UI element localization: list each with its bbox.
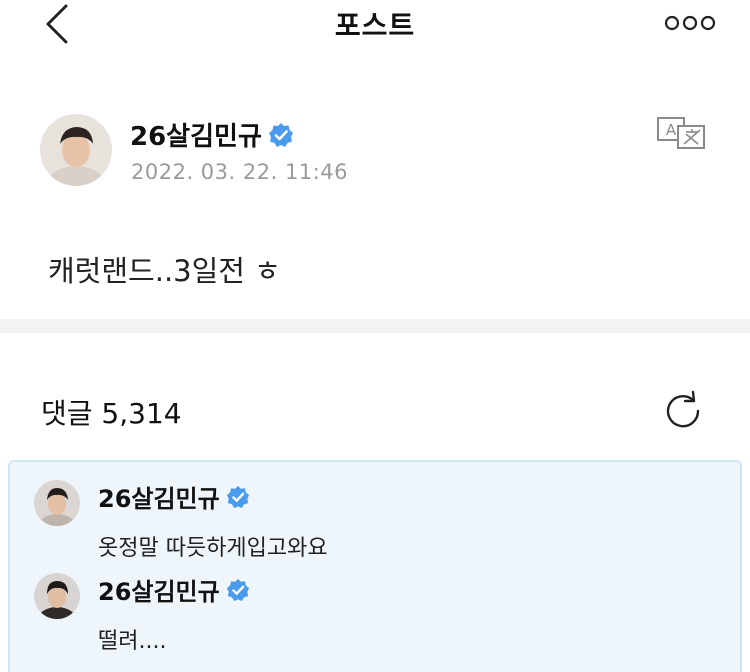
top-bar: 포스트 [0, 0, 750, 52]
comment-author-row: 26살김민규 [98, 572, 250, 607]
verified-badge-icon [226, 485, 249, 508]
avatar-image [34, 573, 80, 619]
page-title: 포스트 [334, 9, 416, 42]
comments-header: 댓글 5,314 [0, 380, 750, 440]
post-timestamp: 2022. 03. 22. 11:46 [131, 160, 348, 184]
comment-item: 26살김민규 떨려.... [34, 573, 734, 663]
comment-text: 옷정말 따듯하게입고와요 [98, 536, 328, 561]
verified-badge-icon [268, 122, 293, 147]
comment-avatar[interactable] [34, 573, 80, 619]
comment-author[interactable]: 26살김민규 [98, 572, 220, 607]
svg-text:A: A [666, 121, 677, 139]
refresh-button[interactable] [660, 388, 706, 434]
avatar-image [34, 480, 80, 526]
comment-item: 26살김민규 옷정말 따듯하게입고와요 [34, 480, 734, 570]
comment-author[interactable]: 26살김민규 [98, 479, 220, 514]
translate-icon: A [657, 117, 705, 149]
comment-avatar[interactable] [34, 480, 80, 526]
section-divider [0, 319, 750, 333]
comment-text: 떨려.... [98, 629, 167, 654]
author-name[interactable]: 26살김민규 [130, 116, 262, 153]
author-row: 26살김민규 [130, 116, 294, 153]
highlighted-comments: 26살김민규 옷정말 따듯하게입고와요 26살김민규 떨려.... [8, 460, 742, 672]
post-body: 캐럿랜드..3일전 ㅎ [48, 254, 281, 288]
avatar-image [40, 114, 112, 186]
verified-badge-icon [226, 578, 249, 601]
comments-count: 댓글 5,314 [41, 397, 182, 430]
translate-button[interactable]: A [656, 114, 708, 152]
refresh-icon [666, 390, 700, 428]
more-button[interactable] [664, 14, 716, 32]
comment-author-row: 26살김민규 [98, 479, 250, 514]
more-dots-icon [664, 15, 716, 31]
author-avatar[interactable] [40, 114, 112, 186]
